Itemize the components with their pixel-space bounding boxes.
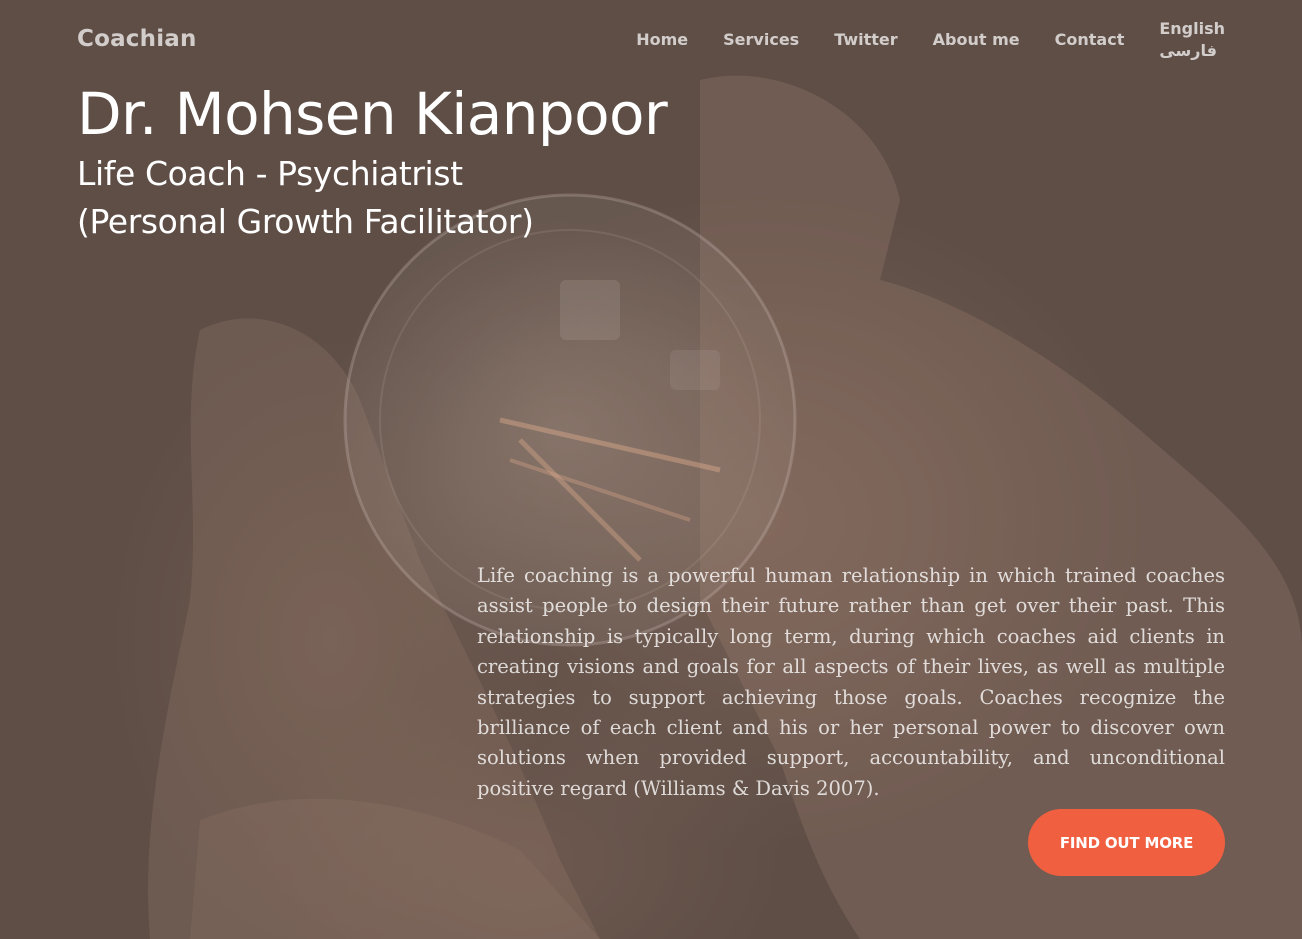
hero-section: Coachian Home Services Twitter About me … <box>0 0 1302 939</box>
nav-item-twitter[interactable]: Twitter <box>834 30 897 49</box>
hero-heading: Dr. Mohsen Kianpoor Life Coach - Psychia… <box>77 78 668 246</box>
language-english[interactable]: English <box>1159 18 1225 40</box>
nav-item-contact[interactable]: Contact <box>1055 30 1125 49</box>
intro-paragraph: Life coaching is a powerful human relati… <box>477 564 1225 800</box>
subtitle-role: Life Coach - Psychiatrist <box>77 154 463 193</box>
nav-links: Home Services Twitter About me Contact E… <box>601 18 1225 62</box>
language-switcher: English فارسی <box>1159 18 1225 62</box>
brand-logo[interactable]: Coachian <box>77 26 197 52</box>
navbar: Coachian Home Services Twitter About me … <box>77 0 1225 80</box>
subtitle-description: (Personal Growth Facilitator) <box>77 202 534 241</box>
page-title: Dr. Mohsen Kianpoor <box>77 80 668 148</box>
nav-item-services[interactable]: Services <box>723 30 799 49</box>
nav-item-about-me[interactable]: About me <box>933 30 1020 49</box>
language-persian[interactable]: فارسی <box>1159 40 1217 62</box>
nav-item-home[interactable]: Home <box>636 30 688 49</box>
find-out-more-button[interactable]: Find Out More <box>1028 809 1225 876</box>
